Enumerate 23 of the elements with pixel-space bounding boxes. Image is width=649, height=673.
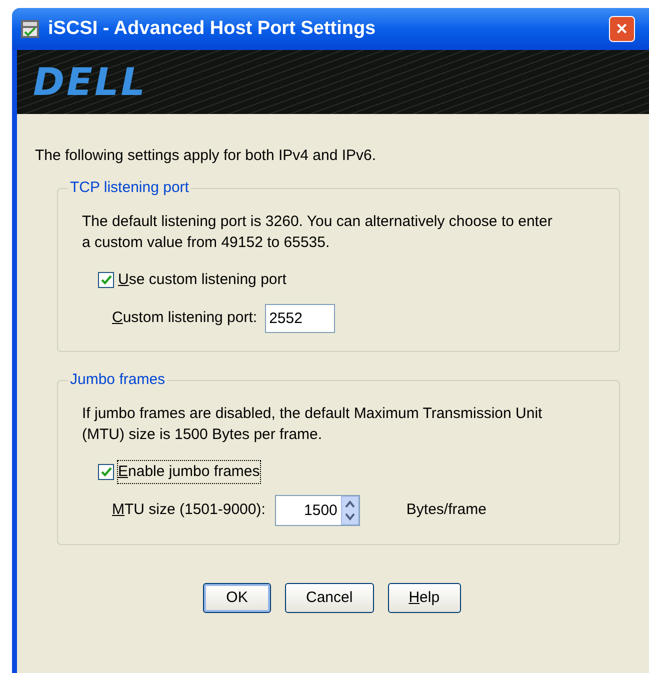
description-text: If jumbo frames are disabled, the default Maximum Transmission Unit (MTU) size is 1500 Bytes per frame. bbox=[82, 404, 544, 444]
input-field[interactable]: 2552 bbox=[265, 304, 336, 332]
field-label: Custom listening port: bbox=[112, 308, 258, 328]
logo: DELL bbox=[33, 63, 147, 101]
dialog-button[interactable]: Cancel bbox=[285, 583, 374, 613]
close-button[interactable]: ✕ bbox=[609, 16, 635, 42]
checkbox-label[interactable]: Use custom listening port bbox=[118, 269, 286, 292]
intro-text: The following settings apply for both IPv4 and IPv6. bbox=[35, 146, 378, 166]
group-legend: TCP listening port bbox=[68, 179, 191, 197]
spin-arrows-icon[interactable] bbox=[341, 496, 360, 525]
checkbox[interactable] bbox=[98, 272, 114, 288]
unit-label: Bytes/frame bbox=[406, 500, 486, 520]
spin-field[interactable]: 1500 bbox=[275, 495, 360, 526]
field-label: MTU size (1501-9000): bbox=[112, 500, 266, 520]
checkbox[interactable] bbox=[98, 464, 114, 480]
window-title: iSCSI - Advanced Host Port Settings bbox=[48, 16, 376, 41]
dialog-button[interactable]: OK bbox=[203, 583, 271, 613]
checkmark-icon bbox=[100, 275, 112, 286]
checkbox-label[interactable]: Enable jumbo frames bbox=[118, 460, 260, 483]
dialog-button[interactable]: Help bbox=[388, 583, 461, 613]
app-icon bbox=[20, 19, 40, 39]
checkmark-icon bbox=[100, 466, 112, 477]
description-text: The default listening port is 3260. You can alternatively choose to enter a custom value from 49152 to 65535. bbox=[82, 212, 554, 253]
